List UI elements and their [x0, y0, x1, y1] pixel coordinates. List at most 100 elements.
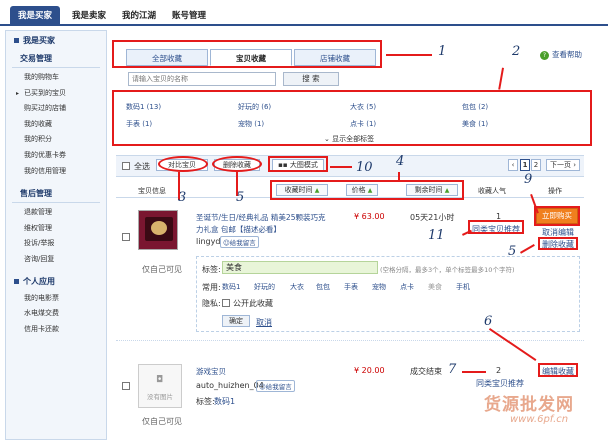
seller-name[interactable]: auto_huizhen_04	[196, 381, 264, 390]
sidebar-item-utility[interactable]: 水电煤交费	[6, 306, 106, 322]
annotation-box-buy	[534, 206, 580, 226]
item-checkbox[interactable]	[122, 233, 130, 241]
annotation-arrow	[520, 244, 535, 254]
sidebar-item-cart[interactable]: 我的购物车	[6, 70, 106, 86]
tab-account[interactable]: 账号管理	[166, 6, 212, 26]
sidebar-group-buyer: 我是买家	[6, 31, 106, 50]
tab-buyer[interactable]: 我是买家	[10, 6, 60, 26]
sidebar-item-label: 已买到的宝贝	[24, 88, 66, 97]
header-operations: 操作	[548, 187, 562, 195]
annotation-arrow	[398, 172, 400, 182]
search-input[interactable]	[128, 72, 276, 86]
annotation-number: 3	[178, 190, 187, 205]
annotation-box-compare	[158, 156, 208, 172]
tag-link[interactable]: 数码1	[214, 396, 235, 407]
tag-label: 标签:	[196, 397, 215, 406]
sidebar-sub-aftersale: 售后管理	[12, 185, 100, 204]
sidebar-item-bought[interactable]: ▸ 已买到的宝贝	[6, 86, 106, 102]
sidebar: 我是买家 交易管理 我的购物车 ▸ 已买到的宝贝 购买过的店铺 我的收藏 我的积分…	[5, 30, 107, 440]
cancel-link[interactable]: 取消	[256, 317, 272, 328]
public-label: 公开此收藏	[233, 299, 273, 308]
sidebar-list-personal: 我的电影票 水电煤交费 信用卡还款	[6, 291, 106, 338]
annotation-box-tags	[112, 90, 592, 146]
page-1-button[interactable]: 1	[520, 159, 530, 171]
common-tag[interactable]: 美食	[428, 282, 442, 292]
annotation-arrow	[330, 166, 352, 168]
chat-icon: ☺	[223, 239, 230, 247]
sidebar-item-favorites[interactable]: 我的收藏	[6, 117, 106, 133]
seller-name[interactable]: lingyd	[196, 237, 220, 246]
annotation-number: 1	[438, 44, 447, 59]
common-tag[interactable]: 数码1	[222, 282, 240, 292]
common-tag[interactable]: 手机	[456, 282, 470, 292]
select-all-checkbox[interactable]	[122, 162, 130, 170]
next-page-button[interactable]: 下一页 ›	[546, 159, 580, 171]
wangwang-label: 给我留言	[265, 383, 292, 391]
sidebar-item-movie[interactable]: 我的电影票	[6, 291, 106, 307]
sidebar-item-complaint[interactable]: 投诉/举报	[6, 236, 106, 252]
common-tag[interactable]: 好玩的	[254, 282, 275, 292]
help-icon: ?	[540, 51, 549, 60]
page-2-button[interactable]: 2	[531, 159, 541, 171]
help-link[interactable]: ? 查看帮助	[540, 49, 582, 60]
sidebar-item-points[interactable]: 我的积分	[6, 132, 106, 148]
header-popularity: 收藏人气	[478, 187, 506, 195]
chat-icon: ☺	[259, 383, 266, 391]
wangwang-button[interactable]: ☺给我留言	[220, 236, 259, 248]
tab-jianghu[interactable]: 我的江湖	[116, 6, 162, 26]
sidebar-item-credit[interactable]: 我的信用管理	[6, 164, 106, 180]
annotation-box-delete-link	[538, 237, 578, 250]
sidebar-group-personal: 个人应用	[6, 272, 106, 291]
header-item-info: 宝贝信息	[138, 187, 166, 195]
product-title[interactable]: 圣诞节/生日/经典礼品 精美25颗装巧克	[196, 212, 325, 223]
tag-input[interactable]: 美食	[222, 261, 378, 274]
annotation-number: 4	[396, 154, 405, 169]
watermark-url: www.6pf.cn	[510, 414, 569, 425]
product-image-placeholder: ◘ 没有图片	[138, 364, 182, 408]
confirm-button[interactable]: 确定	[222, 315, 250, 327]
watermark-text: 货源批发网	[484, 395, 574, 415]
select-all-label: 全选	[134, 162, 150, 171]
sidebar-list-aftersale: 退款管理 维权管理 投诉/举报 咨询/回复	[6, 203, 106, 267]
wangwang-button[interactable]: ☺给我留言	[256, 380, 295, 392]
tab-seller[interactable]: 我是卖家	[66, 6, 112, 26]
annotation-box-delete	[212, 156, 262, 172]
item-divider	[116, 340, 584, 341]
visibility-label: 仅自己可见	[142, 417, 182, 426]
public-checkbox[interactable]	[222, 299, 230, 307]
common-tag[interactable]: 点卡	[400, 282, 414, 292]
prev-page-button[interactable]: ‹	[508, 159, 518, 171]
similar-items-link[interactable]: 同类宝贝推荐	[476, 378, 524, 389]
common-tag[interactable]: 包包	[316, 282, 330, 292]
sidebar-list-trade: 我的购物车 ▸ 已买到的宝贝 购买过的店铺 我的收藏 我的积分 我的优惠卡券 我的…	[6, 68, 106, 179]
common-tag[interactable]: 大衣	[290, 282, 304, 292]
annotation-number: 5	[508, 244, 517, 259]
product-title[interactable]: 游戏宝贝	[196, 366, 226, 377]
product-image[interactable]	[138, 210, 178, 250]
annotation-box-tabs	[112, 40, 382, 68]
sidebar-item-coupons[interactable]: 我的优惠卡券	[6, 148, 106, 164]
sidebar-item-refund[interactable]: 退款管理	[6, 205, 106, 221]
arrow-right-icon: ▸	[16, 89, 20, 97]
tag-hint: (空格分隔，最多3个，单个标签最多10个字符)	[380, 266, 515, 274]
annotation-number: 9	[524, 172, 533, 187]
sidebar-item-shops[interactable]: 购买过的店铺	[6, 101, 106, 117]
common-tag[interactable]: 宠物	[372, 282, 386, 292]
annotation-number: 10	[356, 160, 373, 175]
product-title-line2[interactable]: 力礼盒 包邮【描述必看】	[196, 224, 281, 235]
camera-icon: ◘	[156, 375, 164, 385]
item-checkbox[interactable]	[122, 382, 130, 390]
top-nav: 我是买家 我是卖家 我的江湖 账号管理	[0, 0, 608, 26]
sidebar-item-creditcard[interactable]: 信用卡还款	[6, 322, 106, 338]
visibility-label: 仅自己可见	[142, 265, 182, 274]
common-tag[interactable]: 手表	[344, 282, 358, 292]
chocolate-image	[151, 221, 167, 235]
annotation-number: 2	[512, 44, 521, 59]
search-button[interactable]: 搜 索	[283, 72, 339, 86]
square-icon	[14, 38, 19, 43]
sidebar-item-consult[interactable]: 咨询/回复	[6, 252, 106, 268]
wangwang-label: 给我留言	[229, 239, 256, 247]
annotation-number: 5	[236, 190, 245, 205]
sidebar-item-rights[interactable]: 维权管理	[6, 221, 106, 237]
next-page-label: 下一页	[549, 161, 571, 169]
